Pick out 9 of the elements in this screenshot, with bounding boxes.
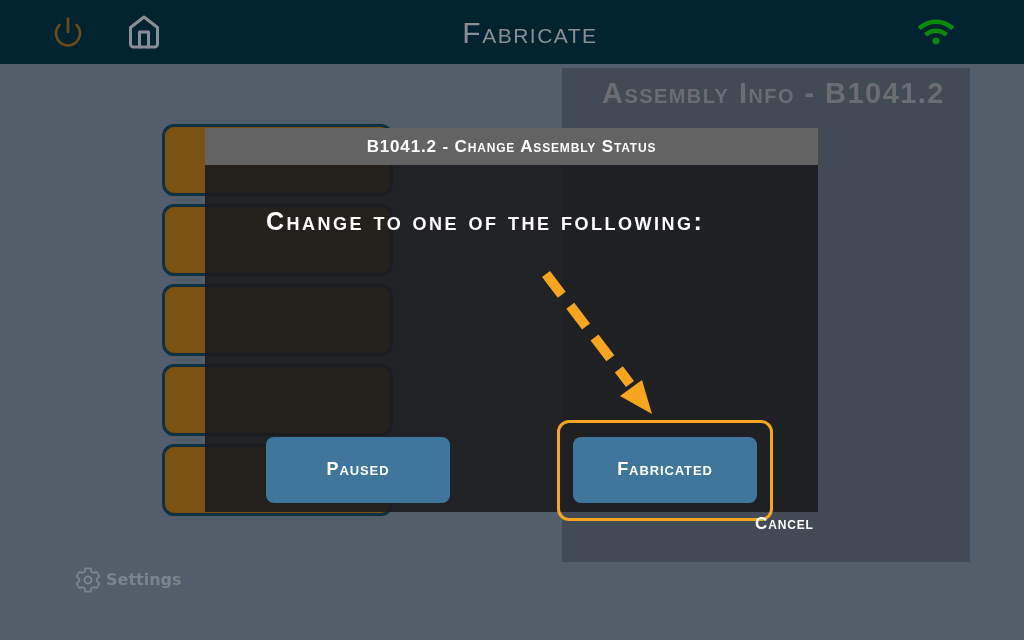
home-icon[interactable]	[126, 14, 162, 50]
page-title: Fabricate	[462, 14, 598, 51]
settings-icon[interactable]	[74, 566, 102, 594]
cancel-link[interactable]: Cancel	[755, 511, 814, 537]
status-option-button[interactable]: Fabricated	[573, 436, 757, 503]
power-icon[interactable]	[52, 16, 84, 48]
dialog-prompt: Change to one of the following:	[266, 206, 706, 237]
dialog-title: B1041.2 - Change Assembly Status	[366, 135, 657, 158]
status-option-button[interactable]: Paused	[266, 436, 450, 503]
